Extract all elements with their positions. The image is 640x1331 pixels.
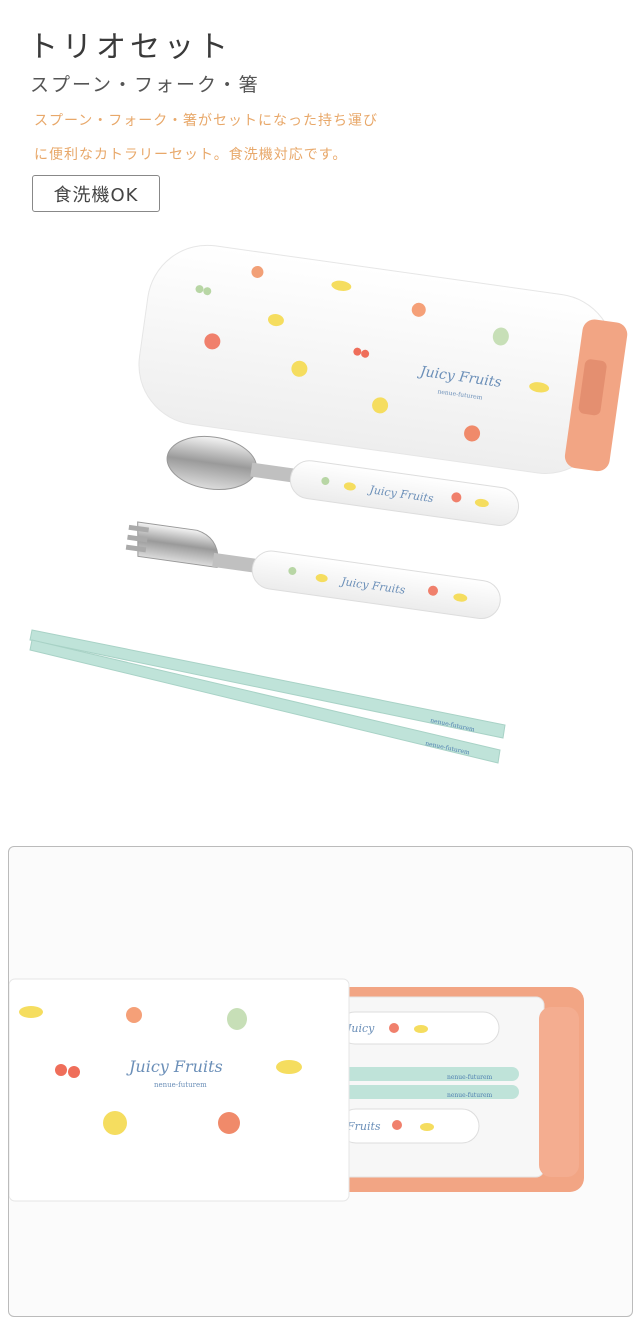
chopsticks: nenue-futurem nenue-futurem — [29, 629, 506, 764]
product-title: トリオセット — [28, 30, 232, 65]
svg-text:Juicy: Juicy — [345, 1022, 375, 1035]
lid-brand: nenue-futurem — [154, 1081, 207, 1089]
product-photo-set: Juicy Fruits nenue-futurem Juicy Fruits … — [29, 244, 628, 764]
lid-logo: Juicy Fruits — [126, 1057, 223, 1076]
product-photo-open-case: Juicy nenue-futurem nenue-futurem Fruits… — [8, 846, 633, 1317]
product-subtitle: スプーン・フォーク・箸 — [30, 74, 260, 96]
open-chopstick-brand-2: nenue-futurem — [447, 1092, 493, 1099]
fork: Juicy Fruits — [125, 521, 501, 620]
dishwasher-badge: 食洗機OK — [32, 175, 160, 212]
description-line-2: に便利なカトラリーセット。食洗機対応です。 — [34, 147, 348, 163]
description-line-1: スプーン・フォーク・箸がセットになった持ち運び — [34, 113, 379, 129]
open-chopstick-brand-1: nenue-futurem — [447, 1074, 493, 1081]
svg-text:Fruits: Fruits — [346, 1120, 381, 1133]
